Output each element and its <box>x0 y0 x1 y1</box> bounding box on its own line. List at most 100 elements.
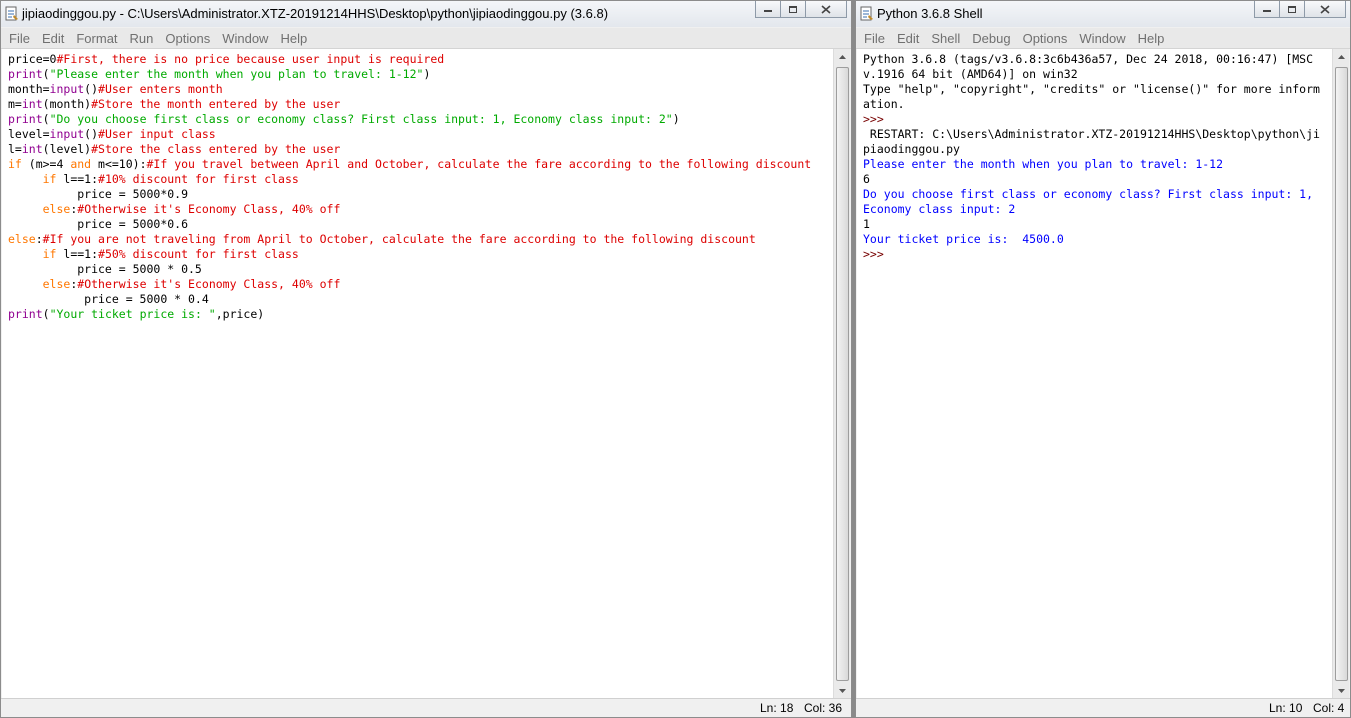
menu-window[interactable]: Window <box>216 31 274 46</box>
code-line: m=int(month)#Store the month entered by … <box>8 97 833 112</box>
menu-options[interactable]: Options <box>1017 31 1074 46</box>
menu-help[interactable]: Help <box>1132 31 1171 46</box>
shell-window: Python 3.6.8 Shell File Edit Shell Debug… <box>855 0 1351 718</box>
code-line: else:#Otherwise it's Economy Class, 40% … <box>8 277 833 292</box>
code-line: level=input()#User input class <box>8 127 833 142</box>
code-token: () <box>84 127 99 141</box>
menu-debug[interactable]: Debug <box>966 31 1016 46</box>
menu-file[interactable]: File <box>1 31 36 46</box>
close-button[interactable] <box>805 1 847 18</box>
code-line: print("Your ticket price is: ",price) <box>8 307 833 322</box>
code-line: price = 5000*0.6 <box>8 217 833 232</box>
triangle-down-icon <box>1337 689 1345 693</box>
code-token: level= <box>8 127 50 141</box>
code-token: else <box>42 277 71 291</box>
editor-window: jipiaodinggou.py - C:\Users\Administrato… <box>0 0 852 718</box>
close-icon <box>821 4 831 14</box>
shell-console[interactable]: Python 3.6.8 (tags/v3.6.8:3c6b436a57, De… <box>857 49 1332 699</box>
code-token: else <box>42 202 71 216</box>
menu-shell[interactable]: Shell <box>925 31 966 46</box>
code-token: price = 5000 * 0.5 <box>8 262 202 276</box>
maximize-button[interactable] <box>780 1 806 18</box>
scroll-down-arrow[interactable] <box>1333 683 1349 699</box>
editor-scrollbar[interactable] <box>833 49 850 699</box>
code-token: #Store the class entered by the user <box>91 142 341 156</box>
code-token: #User enters month <box>98 82 223 96</box>
code-token: if <box>8 157 22 171</box>
code-token: input <box>49 127 85 141</box>
shell-output-line: Python 3.6.8 (tags/v3.6.8:3c6b436a57, De… <box>863 52 1314 66</box>
menu-help[interactable]: Help <box>274 31 313 46</box>
code-token: "Do you choose first class or economy cl… <box>49 112 673 126</box>
shell-prompt: >>> <box>863 247 891 261</box>
shell-output-line: v.1916 64 bit (AMD64)] on win32 <box>863 67 1078 81</box>
code-editor[interactable]: price=0#First, there is no price because… <box>2 49 833 699</box>
shell-output-line: Type "help", "copyright", "credits" or "… <box>863 82 1320 96</box>
maximize-button[interactable] <box>1279 1 1305 18</box>
menu-options[interactable]: Options <box>159 31 216 46</box>
shell-output-line: RESTART: C:\Users\Administrator.XTZ-2019… <box>863 127 1320 141</box>
editor-statusbar: Ln: 18 Col: 36 <box>1 698 851 717</box>
code-token: ( <box>42 112 50 126</box>
code-token: #If you travel between April and October… <box>146 157 812 171</box>
code-token: (m>=4 <box>21 157 71 171</box>
code-token: ,price) <box>215 307 265 321</box>
code-token: ) <box>672 112 680 126</box>
shell-output-line: ation. <box>863 97 905 111</box>
code-token: #Store the month entered by the user <box>91 97 341 111</box>
menu-file[interactable]: File <box>856 31 891 46</box>
close-button[interactable] <box>1304 1 1346 18</box>
minimize-icon <box>764 10 772 12</box>
code-line: if (m>=4 and m<=10):#If you travel betwe… <box>8 157 833 172</box>
close-icon <box>1320 4 1330 14</box>
code-token: print <box>8 307 43 321</box>
window-title: jipiaodinggou.py - C:\Users\Administrato… <box>22 6 609 21</box>
code-token: #User input class <box>98 127 216 141</box>
code-token: price=0 <box>8 52 57 66</box>
triangle-down-icon <box>838 689 846 693</box>
code-line: if l==1:#10% discount for first class <box>8 172 833 187</box>
minimize-button[interactable] <box>755 1 781 18</box>
code-token: m= <box>8 97 22 111</box>
menu-edit[interactable]: Edit <box>36 31 70 46</box>
code-token: price = 5000*0.6 <box>8 217 189 231</box>
shell-menubar: File Edit Shell Debug Options Window Hel… <box>856 28 1350 49</box>
shell-output-line: piaodinggou.py <box>863 142 967 156</box>
code-token: (level) <box>42 142 92 156</box>
code-token: () <box>84 82 99 96</box>
triangle-up-icon <box>1337 55 1345 59</box>
code-token: #Otherwise it's Economy Class, 40% off <box>77 277 341 291</box>
code-token: print <box>8 112 43 126</box>
editor-titlebar[interactable]: jipiaodinggou.py - C:\Users\Administrato… <box>1 1 851 27</box>
shell-output-line: Economy class input: 2 <box>863 202 1016 216</box>
minimize-button[interactable] <box>1254 1 1280 18</box>
scroll-up-arrow[interactable] <box>1333 49 1349 65</box>
code-token: if <box>42 172 57 186</box>
menu-window[interactable]: Window <box>1073 31 1131 46</box>
shell-titlebar[interactable]: Python 3.6.8 Shell <box>856 1 1350 27</box>
shell-output-line: Your ticket price is: 4500.0 <box>863 232 1064 246</box>
code-token: else <box>8 232 36 246</box>
code-token: price = 5000*0.9 <box>8 187 189 201</box>
code-line: else:#Otherwise it's Economy Class, 40% … <box>8 202 833 217</box>
column-number: Col: 36 <box>804 701 843 715</box>
code-token: #If you are not traveling from April to … <box>42 232 756 246</box>
shell-output-line: Do you choose first class or economy cla… <box>863 187 1314 201</box>
menu-edit[interactable]: Edit <box>891 31 925 46</box>
shell-scrollbar[interactable] <box>1332 49 1349 699</box>
scroll-down-arrow[interactable] <box>834 683 850 699</box>
menu-run[interactable]: Run <box>124 31 160 46</box>
code-token: int <box>21 142 43 156</box>
code-token: #Otherwise it's Economy Class, 40% off <box>77 202 341 216</box>
menu-format[interactable]: Format <box>70 31 123 46</box>
line-number: Ln: 10 <box>1269 701 1303 715</box>
code-line: else:#If you are not traveling from Apri… <box>8 232 833 247</box>
scroll-up-arrow[interactable] <box>834 49 850 65</box>
code-token: and <box>70 157 92 171</box>
scroll-thumb[interactable] <box>1335 67 1348 681</box>
code-token: ( <box>42 67 50 81</box>
scroll-thumb[interactable] <box>836 67 849 681</box>
